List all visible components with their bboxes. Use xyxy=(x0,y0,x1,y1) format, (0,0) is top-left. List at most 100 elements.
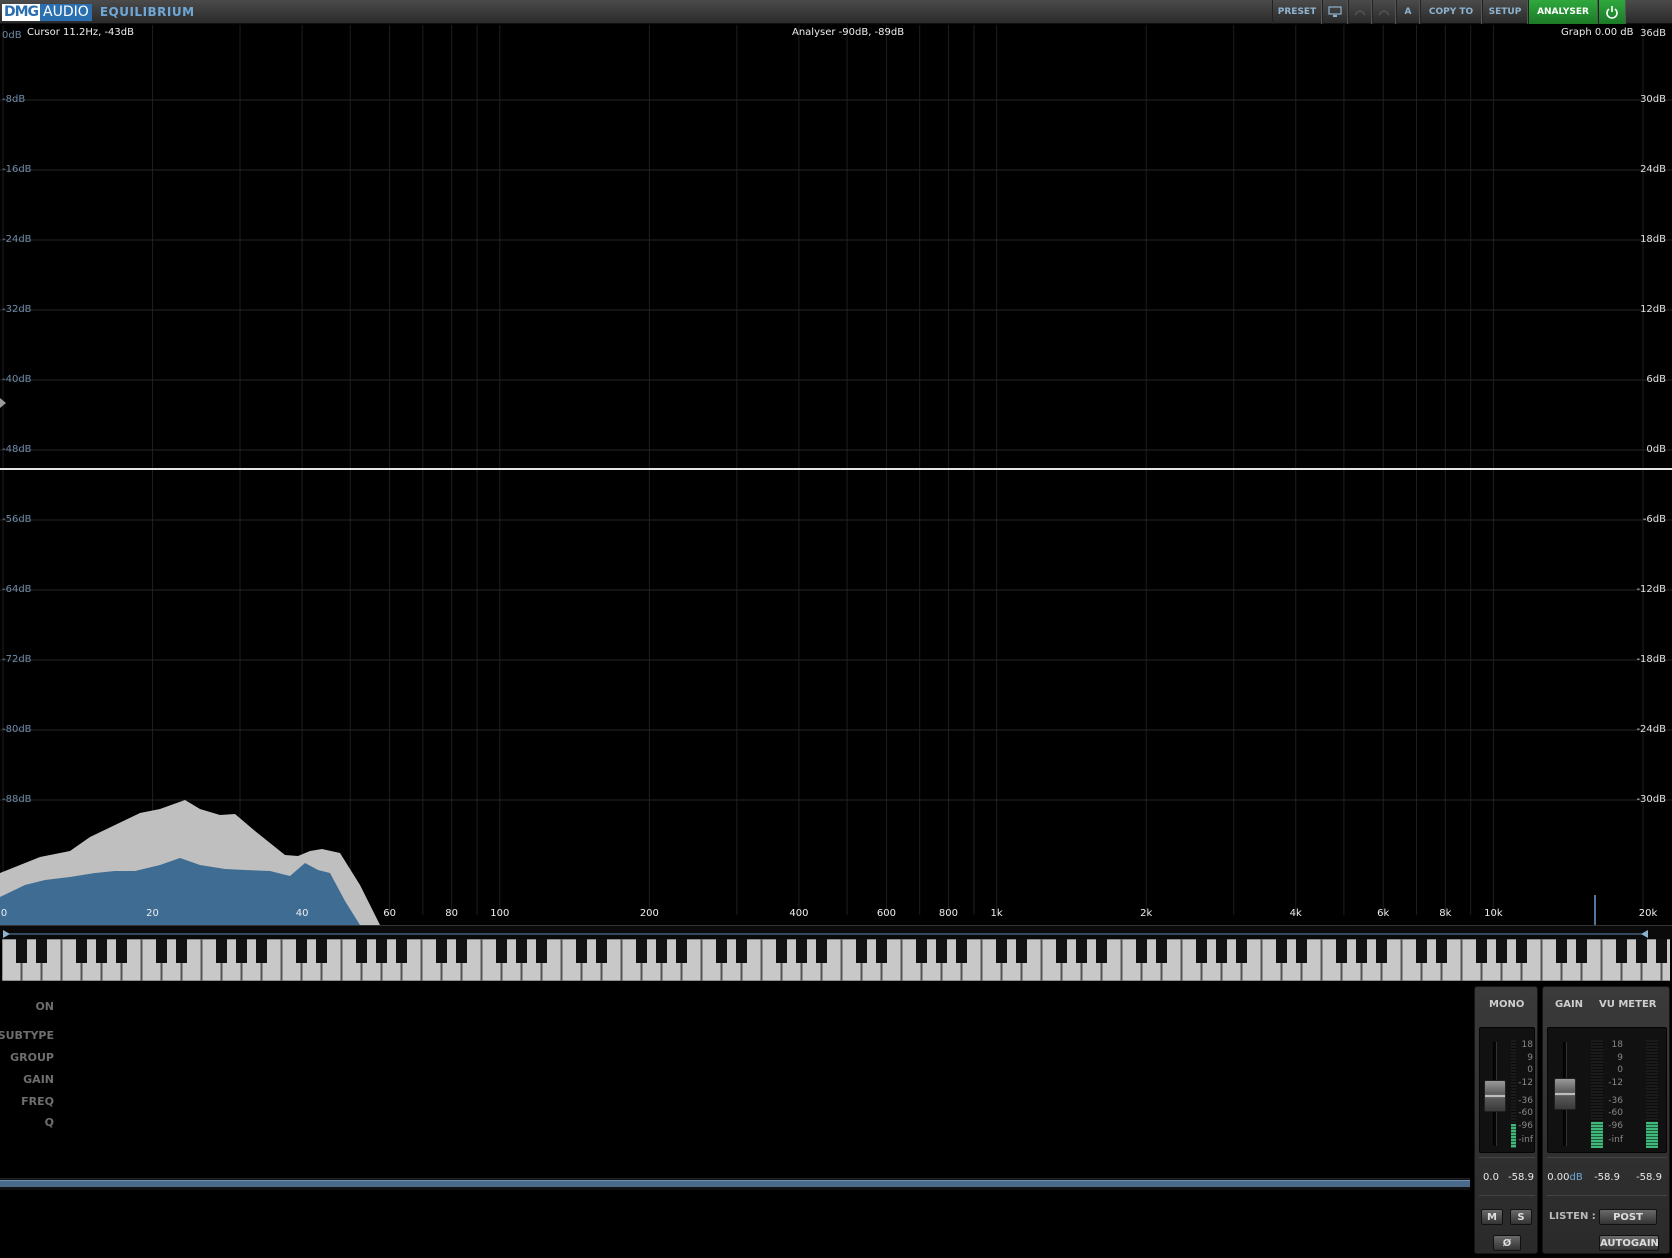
piano-black-key[interactable] xyxy=(1496,939,1507,963)
piano-black-key[interactable] xyxy=(916,939,927,963)
vu-left-level xyxy=(1591,1122,1603,1148)
gain-fader[interactable] xyxy=(1554,1078,1576,1110)
piano-black-key[interactable] xyxy=(1336,939,1347,963)
analyser-button[interactable]: ANALYSER xyxy=(1528,0,1598,24)
piano-black-key[interactable] xyxy=(1076,939,1087,963)
piano-black-key[interactable] xyxy=(1476,939,1487,963)
ab-button[interactable]: A xyxy=(1396,0,1420,24)
piano-black-key[interactable] xyxy=(776,939,787,963)
piano-black-key[interactable] xyxy=(436,939,447,963)
piano-black-key[interactable] xyxy=(876,939,887,963)
gain-value-number: 0.00 xyxy=(1547,1172,1570,1183)
piano-black-key[interactable] xyxy=(116,939,127,963)
piano-black-key[interactable] xyxy=(1356,939,1367,963)
piano-black-key[interactable] xyxy=(356,939,367,963)
mono-title: MONO xyxy=(1489,999,1525,1010)
left-db-label: -88dB xyxy=(2,794,32,805)
piano-black-key[interactable] xyxy=(576,939,587,963)
piano-black-key[interactable] xyxy=(1296,939,1307,963)
mid-button[interactable]: M xyxy=(1481,1209,1503,1225)
piano-black-key[interactable] xyxy=(1096,939,1107,963)
analyser-spectrum xyxy=(0,800,1596,925)
preset-button[interactable]: PRESET xyxy=(1272,0,1322,24)
piano-black-key[interactable] xyxy=(1216,939,1227,963)
band-scrollbar[interactable] xyxy=(0,1180,1470,1187)
piano-black-key[interactable] xyxy=(736,939,747,963)
piano-black-key[interactable] xyxy=(1276,939,1287,963)
mono-meter-value: -58.9 xyxy=(1508,1172,1534,1183)
side-label: S xyxy=(1517,1212,1525,1223)
piano-black-key[interactable] xyxy=(256,939,267,963)
piano-black-key[interactable] xyxy=(996,939,1007,963)
copy-to-label: COPY TO xyxy=(1428,7,1474,17)
piano-black-key[interactable] xyxy=(1136,939,1147,963)
piano-black-key[interactable] xyxy=(16,939,27,963)
phase-invert-button[interactable]: Ø xyxy=(1493,1235,1521,1251)
piano-black-key[interactable] xyxy=(1436,939,1447,963)
brand-audio: AUDIO xyxy=(40,3,92,21)
piano-black-key[interactable] xyxy=(496,939,507,963)
piano-black-key[interactable] xyxy=(656,939,667,963)
piano-black-key[interactable] xyxy=(76,939,87,963)
side-button[interactable]: S xyxy=(1510,1209,1532,1225)
piano-black-key[interactable] xyxy=(716,939,727,963)
piano-black-key[interactable] xyxy=(456,939,467,963)
piano-black-key[interactable] xyxy=(1416,939,1427,963)
piano-black-key[interactable] xyxy=(516,939,527,963)
piano-black-key[interactable] xyxy=(676,939,687,963)
autogain-label: AUTOGAIN xyxy=(1600,1238,1659,1249)
power-button[interactable] xyxy=(1598,0,1626,24)
undo-button[interactable] xyxy=(1348,0,1372,24)
piano-black-key[interactable] xyxy=(1656,939,1667,963)
gain-title: GAIN xyxy=(1555,999,1584,1010)
frequency-range-bar[interactable] xyxy=(0,925,1672,939)
piano-black-key[interactable] xyxy=(1616,939,1627,963)
piano-black-key[interactable] xyxy=(1056,939,1067,963)
piano-black-key[interactable] xyxy=(376,939,387,963)
piano-black-key[interactable] xyxy=(396,939,407,963)
piano-keyboard[interactable] xyxy=(2,939,1670,981)
right-db-label: 0dB xyxy=(1646,444,1666,455)
piano-black-key[interactable] xyxy=(36,939,47,963)
piano-black-key[interactable] xyxy=(1376,939,1387,963)
piano-black-key[interactable] xyxy=(1156,939,1167,963)
left-db-label: -16dB xyxy=(2,164,32,175)
piano-black-key[interactable] xyxy=(1516,939,1527,963)
piano-black-key[interactable] xyxy=(316,939,327,963)
piano-black-key[interactable] xyxy=(216,939,227,963)
piano-black-key[interactable] xyxy=(956,939,967,963)
display-button[interactable] xyxy=(1322,0,1348,24)
piano-black-key[interactable] xyxy=(936,939,947,963)
piano-black-key[interactable] xyxy=(1636,939,1647,963)
copy-to-button[interactable]: COPY TO xyxy=(1420,0,1482,24)
autogain-button[interactable]: AUTOGAIN xyxy=(1599,1235,1659,1251)
piano-black-key[interactable] xyxy=(856,939,867,963)
meter-scale-label: -96 xyxy=(1608,1121,1623,1131)
vu-left-value: -58.9 xyxy=(1594,1172,1620,1183)
redo-button[interactable] xyxy=(1372,0,1396,24)
piano-black-key[interactable] xyxy=(536,939,547,963)
piano-black-key[interactable] xyxy=(156,939,167,963)
piano-black-key[interactable] xyxy=(596,939,607,963)
piano-black-key[interactable] xyxy=(816,939,827,963)
piano-black-key[interactable] xyxy=(236,939,247,963)
piano-black-key[interactable] xyxy=(1016,939,1027,963)
gain-label: GAIN xyxy=(23,1073,54,1086)
mono-fader[interactable] xyxy=(1484,1080,1506,1112)
eq-graph[interactable] xyxy=(0,25,1672,925)
piano-black-key[interactable] xyxy=(176,939,187,963)
piano-black-key[interactable] xyxy=(1556,939,1567,963)
piano-black-key[interactable] xyxy=(1576,939,1587,963)
piano-black-key[interactable] xyxy=(296,939,307,963)
setup-button[interactable]: SETUP xyxy=(1482,0,1528,24)
vu-meter-right xyxy=(1646,1040,1658,1148)
frequency-label: 2k xyxy=(1140,908,1153,919)
piano-black-key[interactable] xyxy=(96,939,107,963)
piano-black-key[interactable] xyxy=(796,939,807,963)
piano-black-key[interactable] xyxy=(1196,939,1207,963)
listen-post-button[interactable]: POST xyxy=(1599,1209,1657,1225)
right-db-label: 12dB xyxy=(1640,304,1666,315)
frequency-label: 6k xyxy=(1377,908,1390,919)
piano-black-key[interactable] xyxy=(1236,939,1247,963)
piano-black-key[interactable] xyxy=(636,939,647,963)
